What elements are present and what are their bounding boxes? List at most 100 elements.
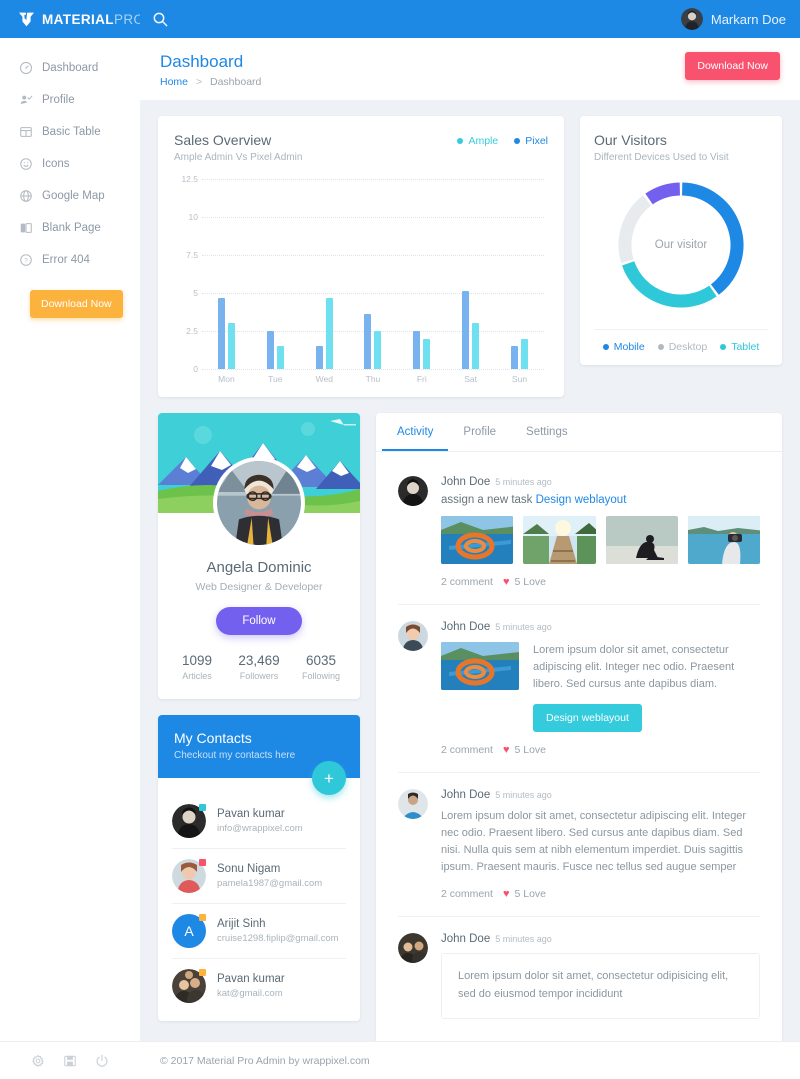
profile-name: Angela Dominic <box>206 559 312 576</box>
sidebar-item-profile[interactable]: Profile <box>0 84 140 116</box>
post-task-button[interactable]: Design weblayout <box>533 704 642 733</box>
brand-name-bold: MATERIAL <box>42 11 114 27</box>
y-axis-tick-label: 10 <box>188 212 198 222</box>
contact-item[interactable]: A Arijit Sinh cruise1298.fiplip@gmail.com <box>172 904 346 959</box>
donut-center-label: Our visitor <box>654 239 708 251</box>
bar-pixel[interactable] <box>266 331 274 369</box>
tab-activity[interactable]: Activity <box>382 413 449 451</box>
post-timestamp: 5 minutes ago <box>495 622 552 632</box>
bar-ample[interactable] <box>276 346 284 369</box>
tab-profile[interactable]: Profile <box>448 413 511 451</box>
post-thumbnail[interactable] <box>523 516 596 564</box>
row-profile-activity: Angela Dominic Web Designer & Developer … <box>158 413 782 1041</box>
stat-value: 1099 <box>181 653 213 668</box>
stat-articles: 1099 Articles <box>166 653 228 681</box>
post-body: John Doe 5 minutes ago Lorem ipsum dolor s… <box>441 933 760 1019</box>
sidebar-item-google-map[interactable]: Google Map <box>0 180 140 212</box>
y-axis-tick-label: 7.5 <box>186 250 198 260</box>
sales-chart-title: Sales Overview <box>174 132 272 148</box>
legend-label: Pixel <box>525 135 548 147</box>
bar-group <box>462 179 480 369</box>
bar-pixel[interactable] <box>217 297 225 369</box>
sidebar-item-blank-page[interactable]: Blank Page <box>0 212 140 244</box>
post-thumbnail[interactable] <box>605 516 678 564</box>
post-action-link[interactable]: Design weblayout <box>536 494 627 506</box>
bar-ample[interactable] <box>227 323 235 369</box>
contact-status-badge <box>199 859 206 866</box>
materialpro-logo-icon <box>19 12 34 26</box>
bar-ample[interactable] <box>325 297 333 369</box>
post-comment-count[interactable]: 2 comment <box>441 744 493 756</box>
visitors-legend-item-tablet[interactable]: Tablet <box>720 341 759 353</box>
bar-ample[interactable] <box>472 323 480 369</box>
post-meta: 2 comment ♥ 5 Love <box>441 888 760 900</box>
contact-item[interactable]: Sonu Nigam pamela1987@gmail.com <box>172 849 346 904</box>
add-contact-button[interactable]: + <box>312 761 346 795</box>
power-icon[interactable] <box>95 1054 109 1068</box>
search-icon[interactable] <box>152 11 168 27</box>
legend-dot-icon <box>720 344 727 350</box>
sidebar-download-button[interactable]: Download Now <box>30 290 123 318</box>
post-author-name: John Doe <box>441 476 491 488</box>
breadcrumb-home[interactable]: Home <box>160 76 188 88</box>
bar-ample[interactable] <box>423 338 431 369</box>
post-meta: 2 comment ♥ 5 Love <box>441 576 760 588</box>
visitors-legend-item-desktop[interactable]: Desktop <box>657 341 707 353</box>
post-comment-count[interactable]: 2 comment <box>441 576 493 588</box>
follow-button[interactable]: Follow <box>216 607 302 635</box>
bar-pixel[interactable] <box>510 346 518 369</box>
sidebar-item-icons[interactable]: Icons <box>0 148 140 180</box>
legend-label: Ample <box>468 135 499 147</box>
page-header: Dashboard Home > Dashboard Download Now <box>140 38 800 100</box>
contact-email: cruise1298.fiplip@gmail.com <box>217 933 339 944</box>
post-body: John Doe 5 minutes ago Lorem ipsum dolor s… <box>441 789 760 900</box>
topbar-right: Markarn Doe <box>140 0 800 38</box>
post-love-count[interactable]: ♥ 5 Love <box>503 888 546 900</box>
visitors-legend-item-mobile[interactable]: Mobile <box>602 341 645 353</box>
contact-avatar-wrap: A <box>172 914 206 948</box>
visitors-subtitle: Different Devices Used to Visit <box>594 152 729 163</box>
post-love-count[interactable]: ♥ 5 Love <box>503 576 546 588</box>
bar-ample[interactable] <box>374 331 382 369</box>
donut-wrap: Our visitor <box>594 177 768 313</box>
post-comment-count[interactable]: 2 comment <box>441 888 493 900</box>
tab-settings[interactable]: Settings <box>511 413 583 451</box>
post-love-count[interactable]: ♥ 5 Love <box>503 744 546 756</box>
header-download-button[interactable]: Download Now <box>685 52 780 80</box>
page-header-left: Dashboard Home > Dashboard <box>160 52 261 88</box>
globe-icon <box>20 190 32 202</box>
save-icon[interactable] <box>63 1054 77 1068</box>
user-menu[interactable]: Markarn Doe <box>680 8 786 30</box>
x-axis-tick-label: Sun <box>511 374 528 384</box>
bar-pixel[interactable] <box>413 331 421 369</box>
contact-status-badge <box>199 969 206 976</box>
legend-label: Tablet <box>731 341 760 353</box>
sidebar-item-label: Error 404 <box>42 254 90 266</box>
bar-pixel[interactable] <box>462 291 470 369</box>
post-author-name: John Doe <box>441 933 491 946</box>
post-author-name: John Doe <box>441 789 491 802</box>
table-icon <box>20 127 32 137</box>
brand-logo[interactable]: MATERIALPRO <box>0 0 144 38</box>
bar-ample[interactable] <box>520 338 528 369</box>
heart-icon: ♥ <box>502 744 510 757</box>
legend-item-ample[interactable]: Ample <box>457 135 498 147</box>
content-area: Dashboard Home > Dashboard Download Now <box>140 38 800 1041</box>
contact-item[interactable]: Pavan kumar info@wrappixel.com <box>172 794 346 849</box>
post-action-text: assign a new task <box>441 494 536 506</box>
stat-label: Articles <box>182 671 212 681</box>
sidebar-item-error-404[interactable]: ? Error 404 <box>0 244 140 276</box>
bar-pixel[interactable] <box>364 314 372 369</box>
bar-pixel[interactable] <box>315 346 323 369</box>
brand-text: MATERIALPRO <box>42 12 144 27</box>
legend-item-pixel[interactable]: Pixel <box>514 135 548 147</box>
post-thumbnail[interactable] <box>441 642 519 690</box>
sidebar-item-dashboard[interactable]: Dashboard <box>0 52 140 84</box>
post-thumbnail[interactable] <box>687 516 760 564</box>
sidebar-item-basic-table[interactable]: Basic Table <box>0 116 140 148</box>
visitors-card: Our Visitors Different Devices Used to V… <box>580 116 782 365</box>
bar-group <box>413 179 431 369</box>
contact-item[interactable]: Pavan kumar kat@gmail.com <box>172 959 346 1013</box>
gear-icon[interactable] <box>31 1054 45 1068</box>
post-thumbnail[interactable] <box>441 516 514 564</box>
